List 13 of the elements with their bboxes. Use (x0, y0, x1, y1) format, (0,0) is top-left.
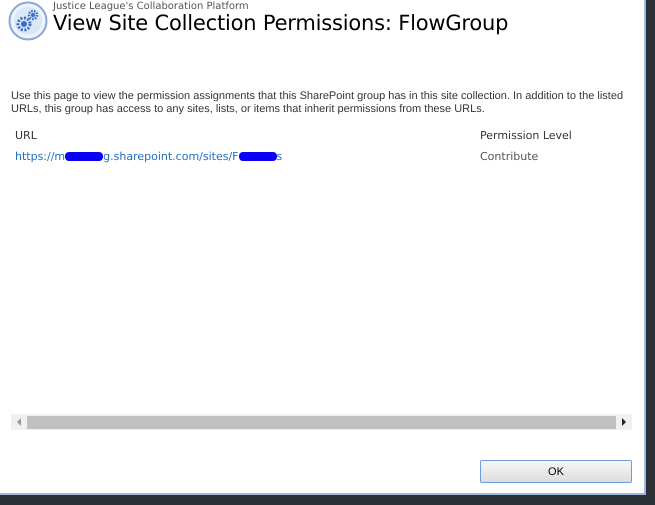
url-link[interactable]: https://m g.sharepoint.com/sites/F s (15, 150, 480, 163)
column-header: Permission Level (480, 129, 573, 142)
gears-icon (8, 1, 48, 41)
scroll-right-icon[interactable] (622, 418, 626, 426)
scroll-left-icon[interactable] (17, 418, 21, 426)
ok-button[interactable]: OK (480, 460, 632, 483)
description-text: Use this page to view the permission assignments that this SharePoint group has in this site collection. In addition to the listed URLs, this group has access to any sites, lists, or items that inherit permissions from these URLs. (11, 90, 624, 116)
redaction-mark (65, 152, 104, 162)
page-title: View Site Collection Permissions: FlowGroup (53, 12, 508, 35)
column-header: URL (15, 129, 38, 142)
site-title: Justice League's Collaboration Platform (53, 1, 250, 12)
table-cell-text: Contribute (480, 150, 540, 163)
redaction-mark (238, 152, 277, 162)
